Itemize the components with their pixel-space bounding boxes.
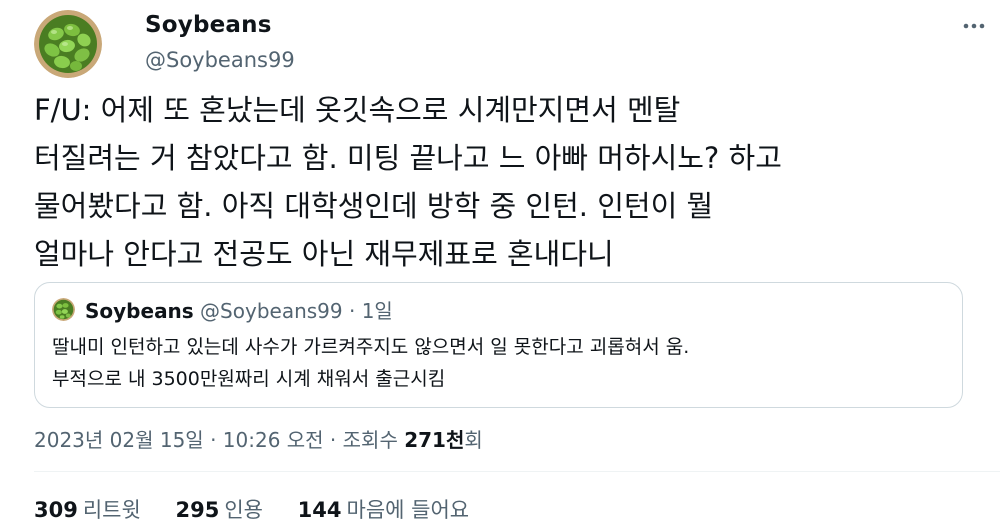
author-handle[interactable]: @Soybeans99 (145, 48, 295, 72)
timestamp-datetime: 2023년 02월 15일 · 10:26 오전 · 조회수 (34, 428, 405, 452)
soybeans-avatar-image (34, 10, 102, 78)
retweets-label: 리트윗 (82, 498, 141, 522)
tweet-text: F/U: 어제 또 혼났는데 옷깃속으로 시계만지면서 멘탈 터질려는 거 참았… (34, 93, 782, 271)
quoted-tweet-text: 딸내미 인턴하고 있는데 사수가 가르켜주지도 않으면서 일 못한다고 괴롭혀서… (52, 336, 690, 390)
author-name[interactable]: Soybeans (145, 12, 272, 38)
soybeans-avatar-image (52, 298, 75, 321)
quoted-author-avatar[interactable] (52, 298, 75, 321)
tweet-timestamp[interactable]: 2023년 02월 15일 · 10:26 오전 · 조회수 271천회 (34, 424, 483, 453)
views-suffix: 회 (464, 428, 483, 452)
quoted-tweet-header: Soybeans @Soybeans99 · 1일 (85, 295, 393, 324)
likes-stat[interactable]: 144 마음에 들어요 (298, 494, 469, 524)
quotes-count: 295 (175, 498, 220, 522)
likes-count: 144 (297, 498, 342, 522)
tweet-detail: Soybeans @Soybeans99 F/U: 어제 또 혼났는데 옷깃속으… (0, 0, 1000, 527)
quoted-author-name[interactable]: Soybeans (85, 299, 194, 323)
author-avatar[interactable] (34, 10, 102, 78)
more-options-icon[interactable] (960, 12, 988, 40)
retweets-count: 309 (34, 498, 78, 522)
likes-label: 마음에 들어요 (346, 498, 470, 522)
quotes-stat[interactable]: 295 인용 (176, 494, 263, 524)
quoted-author-meta: @Soybeans99 · 1일 (193, 299, 393, 323)
retweets-stat[interactable]: 309 리트윗 (34, 494, 141, 524)
divider (34, 471, 1000, 472)
quotes-label: 인용 (224, 498, 263, 522)
views-count: 271천 (404, 428, 465, 452)
engagement-stats: 309 리트윗 295 인용 144 마음에 들어요 (34, 494, 497, 524)
quoted-tweet[interactable]: Soybeans @Soybeans99 · 1일 딸내미 인턴하고 있는데 사… (34, 282, 963, 408)
